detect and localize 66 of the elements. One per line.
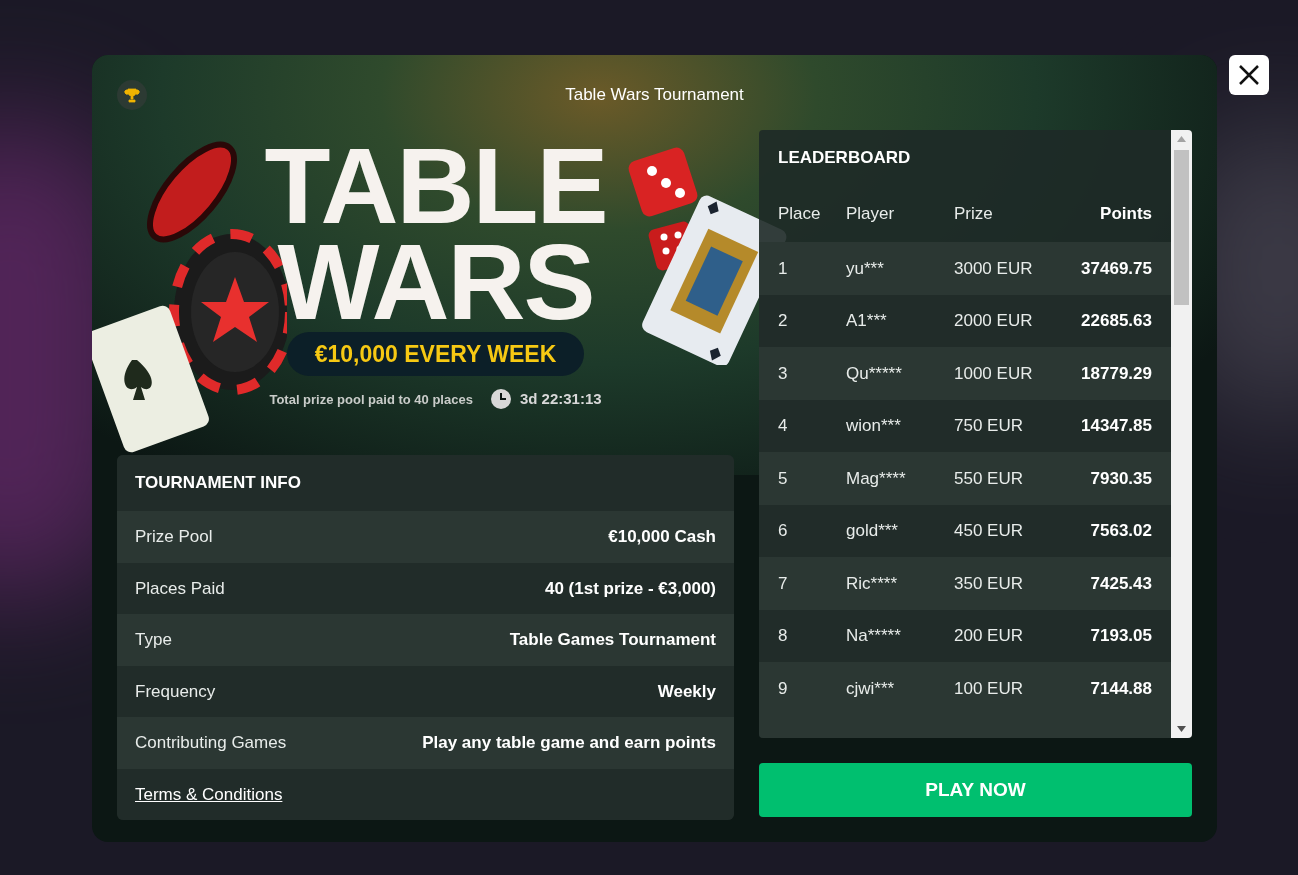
clock-icon bbox=[490, 389, 511, 410]
table-cell-text: 2000 EUR bbox=[954, 310, 1034, 332]
table-cell-text: A1*** bbox=[846, 310, 888, 332]
column-header: Player bbox=[846, 202, 896, 225]
table-cell-text: 7425.43 bbox=[1089, 572, 1152, 595]
table-cell-text: 7 bbox=[778, 572, 789, 595]
close-button[interactable] bbox=[1229, 55, 1269, 95]
info-value: Play any table game and earn points bbox=[422, 732, 716, 754]
scroll-up-icon[interactable] bbox=[1177, 136, 1186, 142]
table-cell-text: 9 bbox=[778, 677, 789, 700]
table-cell-text: 200 EUR bbox=[954, 625, 1024, 647]
table-cell-text: 8 bbox=[778, 625, 789, 647]
table-cell-text: 18779.29 bbox=[1080, 362, 1152, 385]
table-cell-text: wion*** bbox=[846, 415, 902, 437]
table-cell-text: 1000 EUR bbox=[954, 362, 1034, 385]
headline-text: TABLE bbox=[264, 138, 607, 234]
scrollbar-thumb[interactable] bbox=[1174, 150, 1189, 305]
table-cell-text: 3 bbox=[778, 362, 789, 385]
info-label: Type bbox=[135, 629, 172, 651]
table-cell-text: 750 EUR bbox=[954, 415, 1024, 437]
panel-title: TOURNAMENT INFO bbox=[135, 472, 301, 495]
panel-title: LEADERBOARD bbox=[778, 146, 911, 169]
table-cell-text: 5 bbox=[778, 467, 789, 490]
scrollbar[interactable] bbox=[1171, 130, 1192, 738]
table-cell-text: Qu***** bbox=[846, 362, 903, 385]
table-cell-text: 22685.63 bbox=[1080, 310, 1152, 332]
table-cell-text: gold*** bbox=[846, 520, 899, 542]
column-header: Points bbox=[1099, 202, 1152, 225]
table-cell-text: 4 bbox=[778, 415, 789, 437]
column-header: Prize bbox=[954, 202, 994, 225]
table-cell-text: Na***** bbox=[846, 625, 902, 647]
info-value: 40 (1st prize - €3,000) bbox=[544, 577, 716, 600]
table-cell-text: 450 EUR bbox=[954, 520, 1024, 542]
prize-badge: €10,000 EVERY WEEK bbox=[286, 332, 585, 376]
table-cell-text: 350 EUR bbox=[954, 572, 1024, 595]
close-icon bbox=[1238, 64, 1260, 86]
table-cell-text: Ric**** bbox=[846, 572, 899, 595]
table-cell-text: 37469.75 bbox=[1080, 257, 1152, 280]
table-cell-text: 2 bbox=[778, 310, 789, 332]
info-value: €10,000 Cash bbox=[608, 526, 716, 548]
table-cell-text: 14347.85 bbox=[1080, 415, 1152, 437]
table-cell-text: 7930.35 bbox=[1089, 467, 1152, 490]
info-label: Places Paid bbox=[135, 577, 225, 600]
table-cell-text: cjwi*** bbox=[846, 677, 896, 700]
scroll-down-icon[interactable] bbox=[1177, 726, 1186, 732]
table-cell-text: 1 bbox=[778, 257, 789, 280]
table-cell-text: 100 EUR bbox=[954, 677, 1024, 700]
table-cell-text: 7144.88 bbox=[1089, 677, 1152, 700]
modal-title: Table Wars Tournament bbox=[565, 84, 744, 106]
table-cell-text: 7193.05 bbox=[1089, 625, 1152, 647]
prize-note: Total prize pool paid to 40 places bbox=[269, 390, 473, 409]
table-cell-text: Mag**** bbox=[846, 467, 907, 490]
info-label: Contributing Games bbox=[135, 732, 287, 754]
terms-link[interactable]: Terms & Conditions bbox=[135, 781, 283, 807]
table-cell-text: 550 EUR bbox=[954, 467, 1024, 490]
countdown-timer: 3d 22:31:13 bbox=[519, 389, 602, 409]
table-cell-text: 6 bbox=[778, 520, 789, 542]
info-value: Table Games Tournament bbox=[509, 629, 716, 651]
info-label: Prize Pool bbox=[135, 526, 213, 548]
headline-text: WARS bbox=[277, 234, 594, 330]
table-cell-text: 3000 EUR bbox=[954, 257, 1034, 280]
column-header: Place bbox=[778, 202, 822, 225]
table-cell-text: yu*** bbox=[846, 257, 885, 280]
table-cell-text: 7563.02 bbox=[1089, 520, 1152, 542]
info-label: Frequency bbox=[135, 680, 216, 703]
info-value: Weekly bbox=[657, 680, 716, 703]
